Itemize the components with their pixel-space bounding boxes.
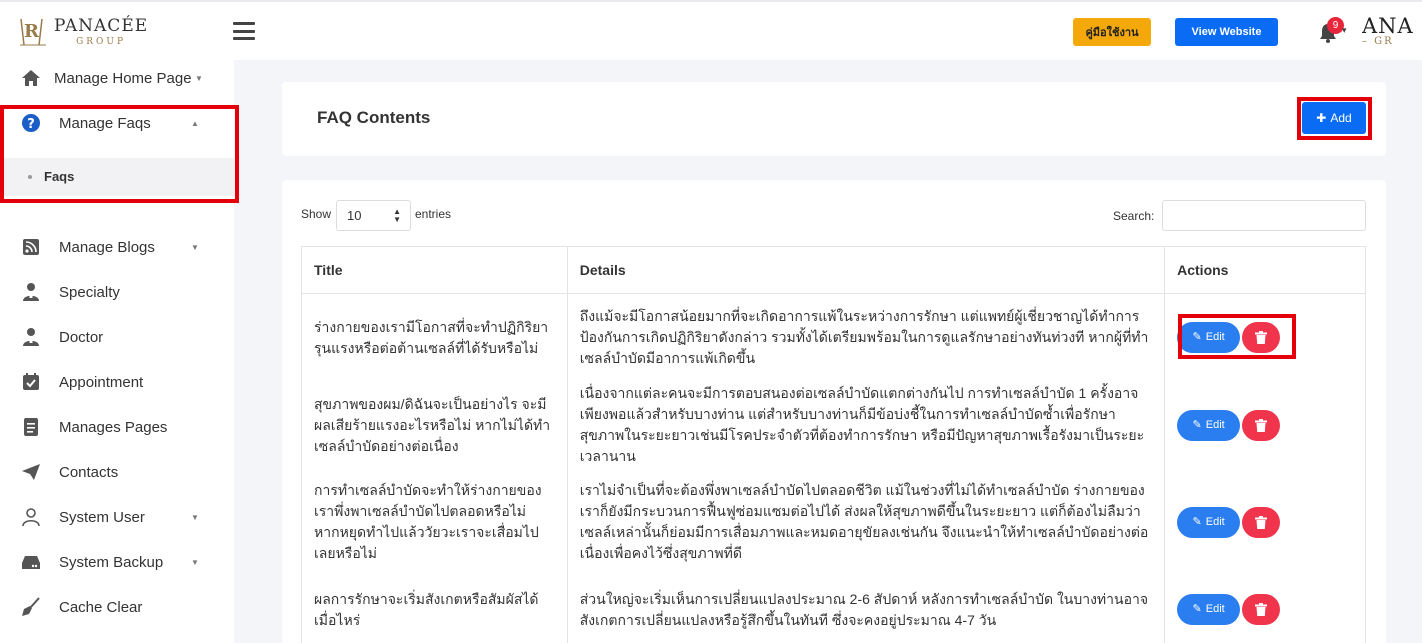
title-card [282, 82, 1386, 156]
sidebar-item-blogs[interactable]: Manage Blogs ▼ [0, 229, 234, 265]
sidebar-item-label: Cache Clear [59, 598, 143, 616]
search-label: Search: [1113, 209, 1155, 223]
menu-toggle-icon[interactable] [233, 22, 255, 40]
chevron-down-icon: ▼ [191, 512, 199, 522]
calendar-check-icon [21, 372, 41, 392]
faq-details: ส่วนใหญ่จะเริ่มเห็นการเปลี่ยนแปลงประมาณ … [566, 575, 1166, 643]
row-actions: ✎ Edit [1164, 381, 1366, 469]
chevron-down-icon: ▼ [195, 73, 203, 83]
edit-button[interactable]: ✎ Edit [1177, 594, 1241, 625]
manual-button[interactable]: คู่มือใช้งาน [1073, 18, 1151, 46]
sidebar-item-label: System Backup [59, 553, 164, 571]
chevron-down-icon: ▼ [191, 557, 199, 567]
sidebar-item-system-user[interactable]: System User ▼ [0, 499, 234, 535]
faq-title: ผลการรักษาจะเริ่มสังเกตหรือสัมผัสได้เมื่… [301, 575, 568, 643]
faq-details: ถึงแม้จะมีโอกาสน้อยมากที่จะเกิดอาการแพ้ใ… [566, 293, 1166, 382]
row-actions: ✎ Edit [1164, 575, 1366, 643]
edit-label: Edit [1205, 418, 1225, 431]
sidebar-item-specialty[interactable]: Specialty [0, 274, 234, 310]
sidebar-item-label: Specialty [59, 283, 120, 301]
edit-icon: ✎ [1192, 515, 1202, 528]
edit-icon: ✎ [1192, 603, 1202, 615]
delete-button[interactable] [1242, 594, 1281, 625]
page-title: FAQ Contents [317, 108, 431, 127]
select-arrows-icon: ▲ ▼ [393, 207, 401, 224]
sidebar-item-label: Manage Home Page [54, 69, 192, 87]
edit-button[interactable]: ✎ Edit [1177, 506, 1241, 538]
table-row: สุขภาพของผม/ดิฉันจะเป็นอย่างไร จะมีผลเสี… [301, 381, 1366, 469]
broom-icon [21, 597, 41, 617]
home-icon [21, 68, 41, 88]
sidebar-item-system-backup[interactable]: System Backup ▼ [0, 544, 234, 580]
highlight-box-faqs [0, 105, 239, 203]
entries-select[interactable]: 10 ▲ ▼ [336, 200, 411, 231]
sidebar-item-label: Contacts [59, 463, 119, 481]
entries-label: entries [415, 207, 452, 221]
crest-icon: R [18, 15, 48, 49]
trash-icon [1255, 603, 1268, 616]
faq-details: เนื่องจากแต่ละคนจะมีการตอบสนองต่อเซลล์บำ… [566, 381, 1166, 469]
sidebar-item-label: Doctor [59, 328, 104, 346]
logo-group: GROUP [76, 36, 127, 47]
sidebar-item-cache-clear[interactable]: Cache Clear [0, 589, 234, 625]
user-md-icon [21, 282, 41, 302]
sidebar-item-label: System User [59, 508, 145, 526]
highlight-box-add [1297, 97, 1372, 140]
brand-logo[interactable]: R PANACÉE GROUP [18, 12, 158, 52]
sidebar-item-appointment[interactable]: Appointment [0, 364, 234, 400]
column-header-title[interactable]: Title [301, 246, 568, 294]
row-actions: ✎ Edit [1164, 468, 1366, 576]
highlight-box-actions [1178, 314, 1296, 359]
search-input[interactable] [1162, 200, 1366, 231]
trash-icon [1255, 418, 1268, 432]
column-header-details[interactable]: Details [566, 246, 1166, 294]
paper-plane-icon [21, 462, 41, 482]
trash-icon [1255, 515, 1268, 529]
sidebar-item-label: Appointment [59, 373, 144, 391]
sidebar-item-label: Manages Pages [59, 418, 168, 436]
chevron-down-icon: ▼ [191, 242, 199, 252]
sidebar-item-doctor[interactable]: Doctor [0, 319, 234, 355]
faq-title: สุขภาพของผม/ดิฉันจะเป็นอย่างไร จะมีผลเสี… [301, 381, 568, 469]
sidebar-item-home[interactable]: Manage Home Page ▼ [0, 60, 234, 96]
view-website-button[interactable]: View Website [1175, 18, 1278, 46]
table-row: การทำเซลล์บำบัดจะทำให้ร่างกายของเราพึ่งพ… [301, 468, 1366, 576]
delete-button[interactable] [1242, 409, 1281, 441]
svg-text:R: R [24, 21, 40, 42]
top-header: R PANACÉE GROUP คู่มือใช้งาน View Websit… [0, 0, 1422, 60]
sidebar-item-pages[interactable]: Manages Pages [0, 409, 234, 445]
faq-title: การทำเซลล์บำบัดจะทำให้ร่างกายของเราพึ่งพ… [301, 468, 568, 576]
sidebar-item-contacts[interactable]: Contacts [0, 454, 234, 490]
chevron-down-icon[interactable]: ▾ [1342, 26, 1347, 36]
faq-details: เราไม่จำเป็นที่จะต้องพึ่งพาเซลล์บำบัดไปต… [566, 468, 1166, 576]
logo-name: PANACÉE [54, 15, 149, 36]
user-avatar[interactable]: ANA – GR [1362, 14, 1422, 54]
column-header-actions: Actions [1164, 246, 1366, 294]
rss-icon [21, 237, 41, 257]
edit-icon: ✎ [1192, 418, 1202, 431]
user-md-icon [21, 327, 41, 347]
delete-button[interactable] [1242, 506, 1281, 538]
sidebar-item-label: Manage Blogs [59, 238, 155, 256]
table-row: ผลการรักษาจะเริ่มสังเกตหรือสัมผัสได้เมื่… [301, 575, 1366, 643]
edit-label: Edit [1205, 603, 1225, 615]
hdd-icon [21, 552, 41, 572]
faq-table: Title Details Actions ร่างกายของเรามีโอก… [301, 246, 1366, 643]
show-label: Show [301, 207, 332, 221]
edit-label: Edit [1205, 515, 1225, 528]
faq-title: ร่างกายของเรามีโอกาสที่จะทำปฏิกิริยารุนแ… [301, 293, 568, 382]
user-icon [21, 507, 41, 527]
edit-button[interactable]: ✎ Edit [1177, 409, 1241, 441]
file-icon [21, 417, 41, 437]
user-logo-text: ANA [1362, 14, 1414, 38]
entries-value: 10 [347, 208, 362, 223]
